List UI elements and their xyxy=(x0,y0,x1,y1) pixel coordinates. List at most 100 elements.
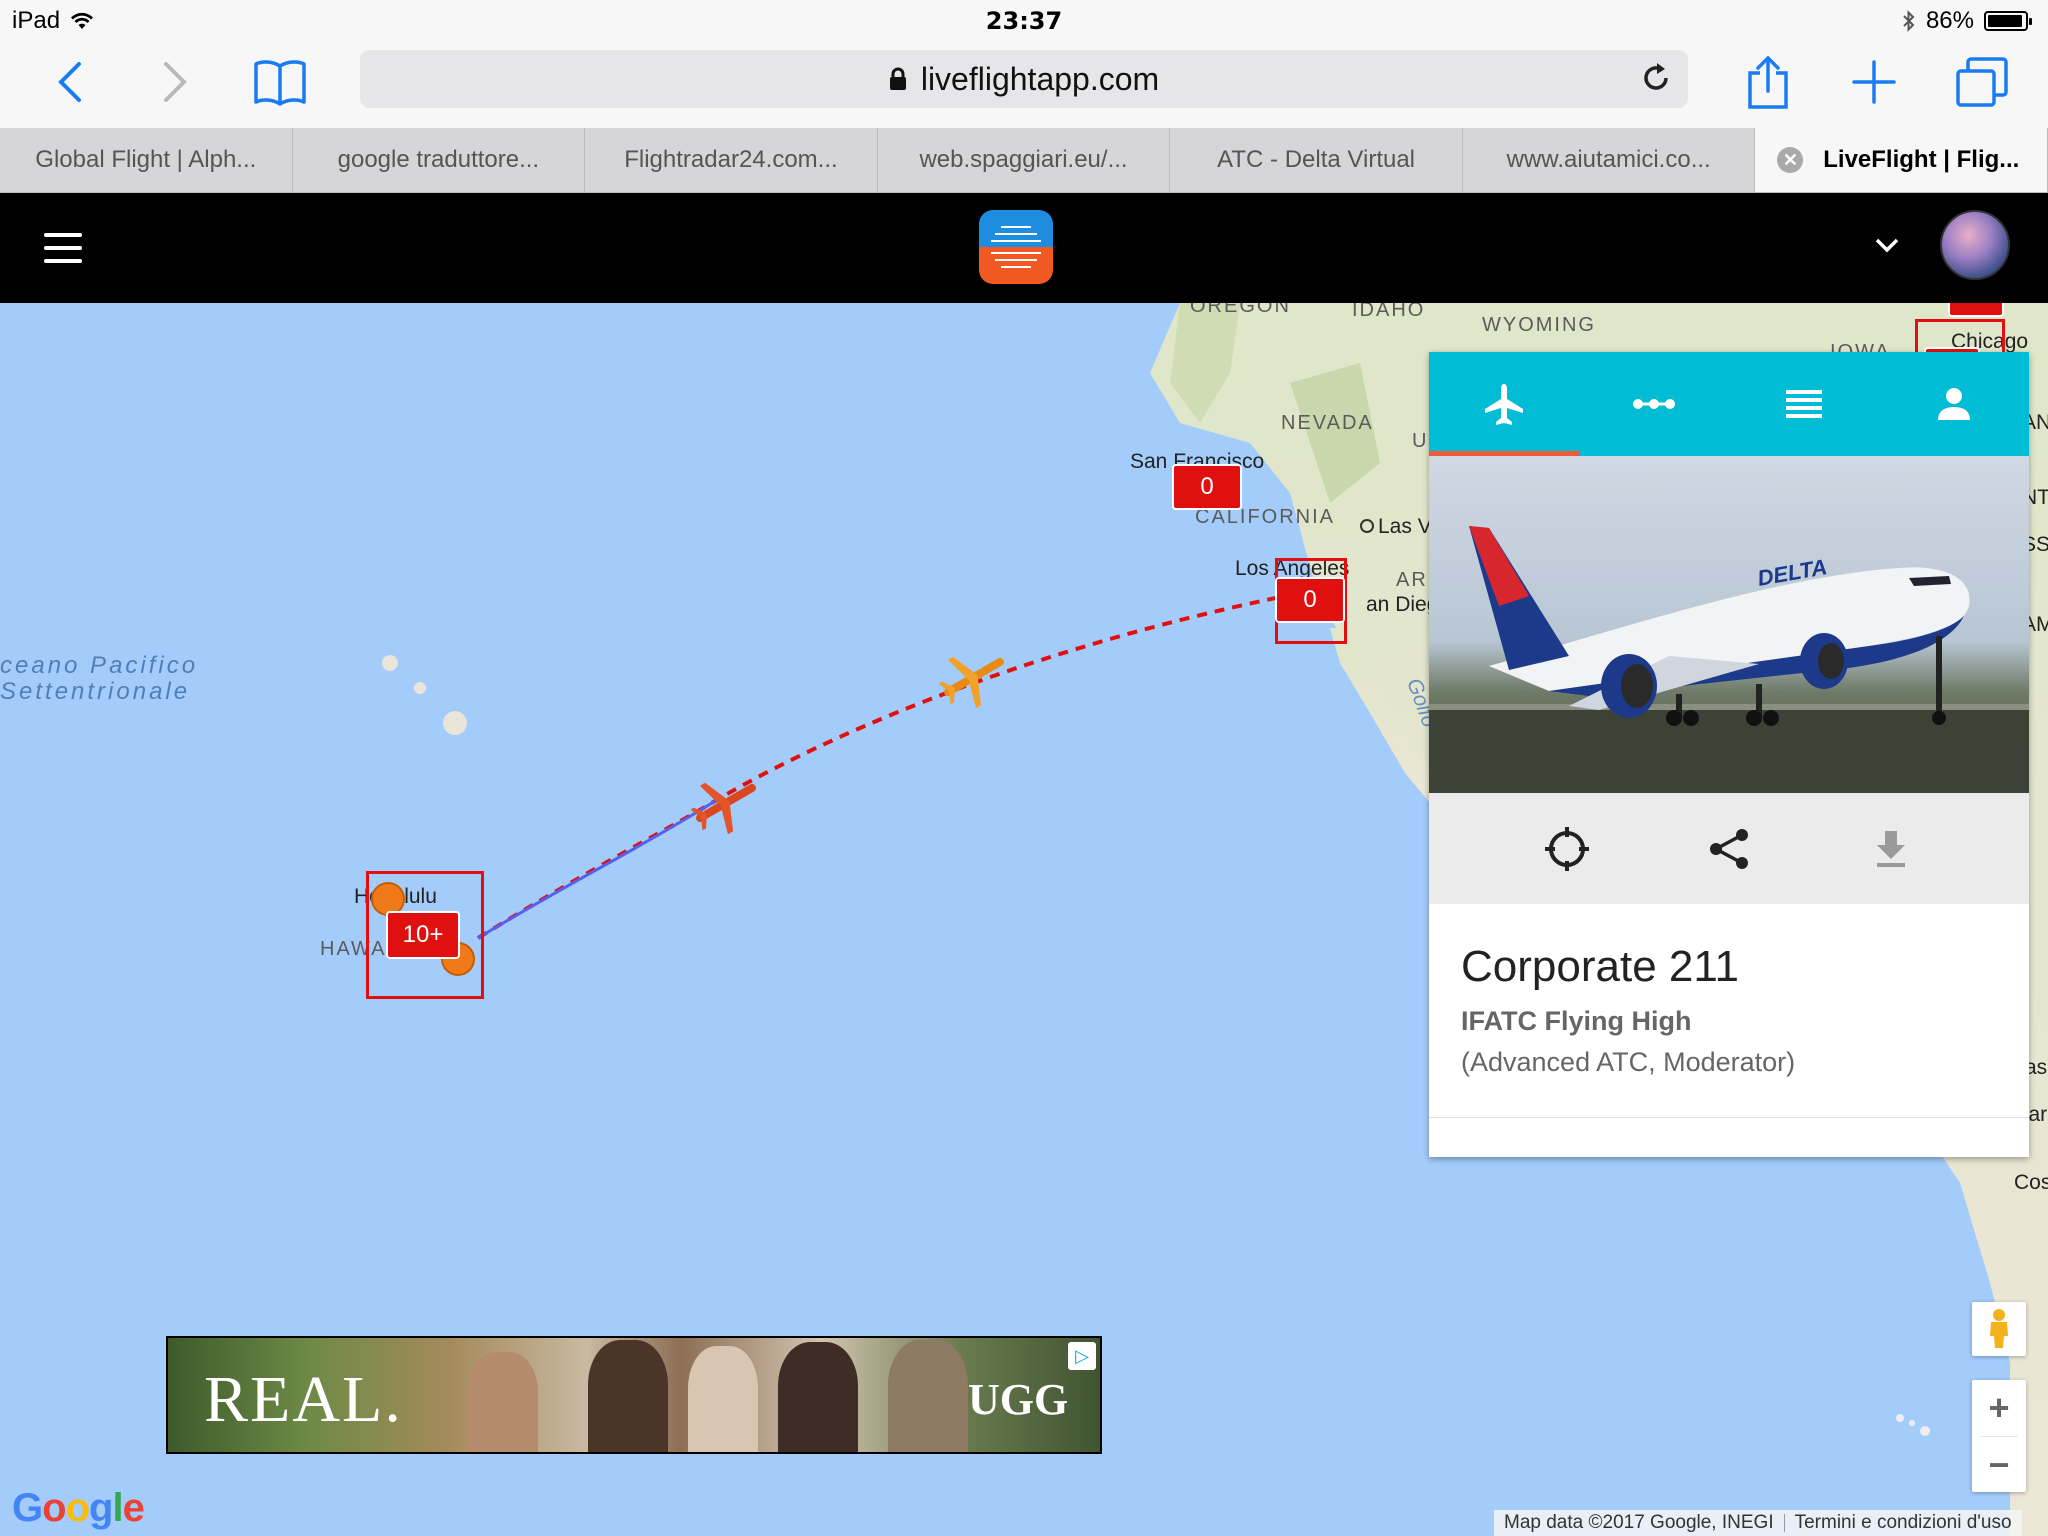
avatar[interactable] xyxy=(1940,210,2010,280)
forward-button[interactable] xyxy=(145,52,205,112)
forward-icon xyxy=(164,62,187,102)
app-header xyxy=(0,193,2048,303)
ad-person xyxy=(468,1352,538,1452)
list-icon xyxy=(1786,390,1822,418)
tab-label: www.aiutamici.co... xyxy=(1506,146,1711,173)
pilot-name: IFATC Flying High xyxy=(1461,1006,1692,1036)
flight-details: Corporate 211 IFATC Flying High (Advance… xyxy=(1429,904,2029,1118)
map-label: WYOMING xyxy=(1482,314,1596,336)
lock-icon xyxy=(889,67,906,90)
share-icon xyxy=(1748,55,1788,109)
bluetooth-icon xyxy=(1903,10,1915,32)
tab-label: Flightradar24.com... xyxy=(624,146,838,173)
zoom-in-button[interactable]: + xyxy=(1972,1380,2026,1436)
tab-label: ATC - Delta Virtual xyxy=(1217,146,1416,173)
aircraft-marker-selected[interactable] xyxy=(686,763,766,843)
cluster-badge[interactable] xyxy=(1948,303,2004,317)
route-icon xyxy=(1633,399,1675,409)
status-bar: iPad 23:37 86% xyxy=(0,0,2048,40)
cluster-badge-san-francisco[interactable]: 0 xyxy=(1172,464,1242,510)
tab-pilot[interactable] xyxy=(1879,352,2029,456)
share-icon xyxy=(1710,828,1748,869)
google-logo-letter: o xyxy=(65,1486,90,1530)
zoom-out-button[interactable]: − xyxy=(1972,1437,2026,1493)
map-footer: Map data ©2017 Google, INEGI Termini e c… xyxy=(1494,1510,2022,1536)
google-logo: Google xyxy=(12,1486,145,1531)
download-button[interactable] xyxy=(1865,823,1917,875)
flight-info-panel: DELTA Corporate 211 IFATC Flying High (A… xyxy=(1429,352,2029,1157)
browser-tab[interactable]: Flightradar24.com... xyxy=(585,128,878,192)
back-button[interactable] xyxy=(40,52,100,112)
browser-tab-active[interactable]: ✕ LiveFlight | Flig... xyxy=(1755,128,2048,192)
street-view-button[interactable] xyxy=(1972,1302,2026,1356)
url-text: liveflightapp.com xyxy=(920,60,1160,97)
panel-tabs xyxy=(1429,352,2029,456)
map-label: U xyxy=(1412,430,1429,452)
back-icon xyxy=(58,62,81,102)
aircraft-photo: DELTA xyxy=(1429,456,2029,793)
tab-label: Global Flight | Alph... xyxy=(35,146,257,173)
cluster-badge-los-angeles[interactable]: 0 xyxy=(1275,577,1345,623)
browser-tab[interactable]: ATC - Delta Virtual xyxy=(1170,128,1463,192)
locate-icon xyxy=(1545,826,1589,871)
address-bar[interactable]: liveflightapp.com xyxy=(360,50,1688,108)
locate-button[interactable] xyxy=(1541,823,1593,875)
map-label: Las V xyxy=(1360,515,1432,539)
ad-person xyxy=(688,1346,758,1452)
map-label: IDAHO xyxy=(1352,303,1426,321)
google-logo-letter: e xyxy=(122,1486,145,1530)
ad-banner[interactable]: REAL. UGG ▷ xyxy=(166,1336,1102,1454)
tab-label: google traduttore... xyxy=(337,146,540,173)
aircraft-photo-image: DELTA xyxy=(1429,526,2029,793)
bookmarks-button[interactable] xyxy=(250,52,310,112)
chevron-down-icon[interactable] xyxy=(1873,235,1901,255)
browser-tab[interactable]: Global Flight | Alph... xyxy=(0,128,293,192)
tab-strip: Global Flight | Alph... google traduttor… xyxy=(0,128,2048,193)
app-logo[interactable] xyxy=(979,210,1053,284)
map-label: OREGON xyxy=(1190,303,1291,317)
ad-person xyxy=(888,1340,968,1452)
browser-tab[interactable]: www.aiutamici.co... xyxy=(1463,128,1756,192)
tabs-icon xyxy=(1956,57,2008,107)
clock: 23:37 xyxy=(985,7,1063,35)
ocean-label-line: Settentrionale xyxy=(0,678,191,705)
map-label: Cos xyxy=(2014,1171,2048,1194)
zoom-controls: + − xyxy=(1972,1380,2026,1492)
share-flight-button[interactable] xyxy=(1703,823,1755,875)
terms-link[interactable]: Termini e condizioni d'uso xyxy=(1785,1512,2022,1534)
share-button[interactable] xyxy=(1738,52,1798,112)
person-icon xyxy=(1938,388,1970,420)
pilot-role: (Advanced ATC, Moderator) xyxy=(1461,1047,1796,1077)
reload-icon[interactable] xyxy=(1638,60,1674,96)
map-label-text: Las V xyxy=(1378,515,1432,538)
panel-actions xyxy=(1429,793,2029,904)
tabs-overview-button[interactable] xyxy=(1952,52,2012,112)
menu-icon[interactable] xyxy=(44,233,82,263)
tab-route[interactable] xyxy=(1579,352,1729,456)
new-tab-button[interactable] xyxy=(1844,52,1904,112)
tab-list[interactable] xyxy=(1729,352,1879,456)
adchoices-icon[interactable]: ▷ xyxy=(1068,1342,1096,1370)
browser-tab[interactable]: google traduttore... xyxy=(293,128,586,192)
browser-toolbar: liveflightapp.com xyxy=(0,40,2048,128)
google-logo-letter: o xyxy=(42,1486,66,1530)
ad-person xyxy=(778,1342,858,1452)
google-logo-letter: l xyxy=(112,1486,123,1530)
battery-percent: 86% xyxy=(1925,7,1974,34)
browser-tab[interactable]: web.spaggiari.eu/... xyxy=(878,128,1171,192)
ad-person xyxy=(588,1340,668,1452)
tab-flight[interactable] xyxy=(1429,352,1579,456)
cluster-badge-hawaii[interactable]: 10+ xyxy=(386,911,460,959)
ad-brand: UGG xyxy=(968,1375,1069,1424)
ocean-label: ceano Pacifico Settentrionale xyxy=(0,653,198,705)
tab-label: LiveFlight | Flig... xyxy=(1823,146,2020,173)
battery-icon xyxy=(1984,11,2032,31)
pegman-icon xyxy=(1990,1309,2008,1348)
download-icon xyxy=(1877,830,1905,867)
ad-headline: REAL. xyxy=(204,1363,403,1436)
map-label: NEVADA xyxy=(1281,412,1374,434)
tab-label: web.spaggiari.eu/... xyxy=(919,146,1128,173)
flight-callsign: Corporate 211 xyxy=(1461,942,1740,991)
aircraft-marker[interactable] xyxy=(934,637,1014,717)
bookmarks-icon xyxy=(254,60,306,106)
